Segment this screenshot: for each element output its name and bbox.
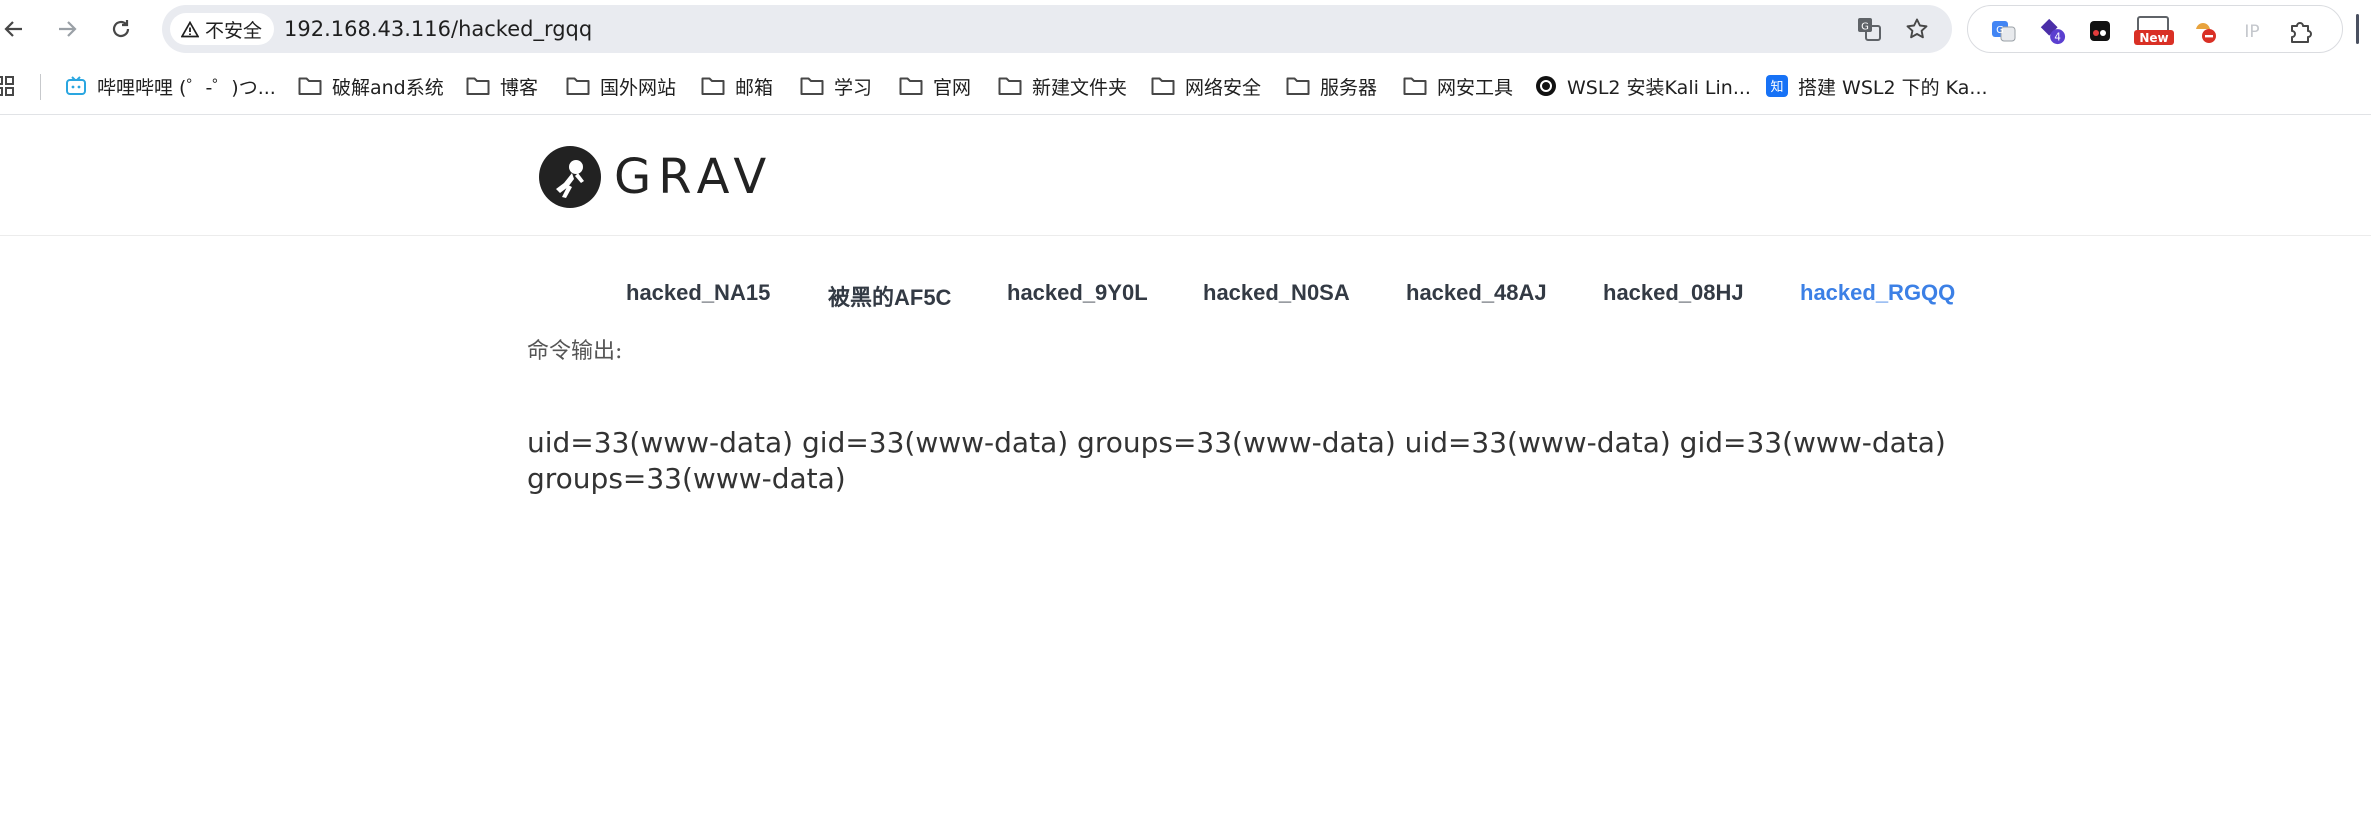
nav-item-hacked-af5c[interactable]: 被黑的AF5C bbox=[828, 280, 951, 312]
reload-icon bbox=[112, 20, 130, 38]
dark-extension-button[interactable] bbox=[2086, 17, 2114, 45]
circle-site-icon bbox=[1536, 76, 1556, 96]
nav-item-hacked-08hj[interactable]: hacked_08HJ bbox=[1603, 280, 1744, 306]
bookmark-label: 新建文件夹 bbox=[1032, 76, 1128, 99]
translate-extension-button[interactable]: G bbox=[1990, 17, 2018, 45]
folder-icon bbox=[1286, 77, 1310, 95]
command-output-text: uid=33(www-data) gid=33(www-data) groups… bbox=[527, 426, 1946, 495]
black-square-extension-icon bbox=[2090, 21, 2110, 41]
nav-item-hacked-rgqq[interactable]: hacked_RGQQ bbox=[1800, 280, 1955, 306]
folder-icon bbox=[566, 77, 590, 95]
new-badge-extension-icon: New bbox=[2134, 16, 2174, 45]
svg-text:知: 知 bbox=[1770, 79, 1783, 95]
bookmark-folder[interactable]: 博客 bbox=[466, 71, 538, 101]
folder-icon bbox=[701, 77, 725, 95]
bookmark-label: 网安工具 bbox=[1437, 76, 1514, 99]
bookmark-zhihu[interactable]: 知 搭建 WSL2 下的 Ka... bbox=[1766, 71, 1988, 101]
apps-button[interactable] bbox=[0, 76, 16, 102]
back-arrow-icon bbox=[4, 21, 22, 37]
bookmark-folder[interactable]: 网络安全 bbox=[1151, 71, 1261, 101]
browser-toolbar: 不安全 192.168.43.116/hacked_rgqq G G 4 New… bbox=[0, 0, 2371, 59]
bookmark-label: 网络安全 bbox=[1185, 76, 1262, 99]
bookmark-wsl2-kali[interactable]: WSL2 安装Kali Lin... bbox=[1535, 71, 1751, 101]
bookmark-folder[interactable]: 网安工具 bbox=[1403, 71, 1513, 101]
nav-item-hacked-na15[interactable]: hacked_NA15 bbox=[626, 280, 770, 306]
site-header: GRAV bbox=[0, 115, 2371, 236]
bookmark-bilibili[interactable]: 哔哩哔哩 (゜-゜)つ... bbox=[65, 71, 276, 101]
folder-icon bbox=[899, 77, 923, 95]
apps-grid-icon bbox=[0, 76, 14, 96]
ip-extension-button[interactable]: IP bbox=[2238, 17, 2266, 45]
bookmark-folder[interactable]: 国外网站 bbox=[566, 71, 676, 101]
bookmark-label: 服务器 bbox=[1320, 76, 1378, 99]
svg-text:G: G bbox=[1861, 22, 1869, 33]
window-edge bbox=[2356, 14, 2359, 44]
bookmark-label: 官网 bbox=[933, 76, 972, 99]
forward-arrow-icon bbox=[59, 21, 77, 37]
extensions-area: G 4 New IP bbox=[1967, 5, 2343, 53]
folder-icon bbox=[998, 77, 1022, 95]
ip-label: IP bbox=[2244, 22, 2259, 42]
translate-icon: G bbox=[1858, 18, 1881, 41]
hackbar-extension-button[interactable]: 4 bbox=[2038, 17, 2066, 45]
nav-item-hacked-48aj[interactable]: hacked_48AJ bbox=[1406, 280, 1547, 306]
bookmark-folder[interactable]: 官网 bbox=[899, 71, 971, 101]
forward-button[interactable] bbox=[49, 11, 85, 47]
new-badge-label: New bbox=[2139, 31, 2168, 45]
folder-icon bbox=[1403, 77, 1427, 95]
bookmark-folder[interactable]: 邮箱 bbox=[701, 71, 773, 101]
bookmark-folder[interactable]: 新建文件夹 bbox=[998, 71, 1127, 101]
folder-icon bbox=[800, 77, 824, 95]
extensions-menu-button[interactable] bbox=[2286, 17, 2314, 45]
ip-extension-icon: IP bbox=[2244, 22, 2259, 42]
folder-icon bbox=[466, 77, 490, 95]
bookmark-folder[interactable]: 服务器 bbox=[1286, 71, 1377, 101]
folder-icon bbox=[1151, 77, 1175, 95]
site-logo[interactable]: GRAV bbox=[538, 145, 773, 209]
warning-icon bbox=[181, 20, 199, 37]
bilibili-icon bbox=[66, 76, 86, 95]
bug-extension-icon bbox=[2196, 23, 2216, 43]
bookmark-label: 哔哩哔哩 (゜-゜)つ... bbox=[97, 76, 276, 99]
bookmark-label: 破解and系统 bbox=[332, 76, 444, 99]
back-button[interactable] bbox=[0, 11, 32, 47]
folder-icon bbox=[298, 77, 322, 95]
zhihu-icon: 知 bbox=[1766, 75, 1788, 97]
bookmarks-bar: 哔哩哔哩 (゜-゜)つ... 破解and系统 博客 国外网站 邮箱 学习 官网 … bbox=[0, 59, 2371, 115]
google-translate-icon: G bbox=[1992, 21, 2016, 42]
blocker-extension-button[interactable] bbox=[2190, 17, 2218, 45]
bookmark-label: 国外网站 bbox=[600, 76, 677, 99]
bookmark-star-button[interactable] bbox=[1904, 16, 1930, 42]
reload-button[interactable] bbox=[103, 11, 139, 47]
extension-badge-count: 4 bbox=[2054, 31, 2061, 43]
bookmark-label: 学习 bbox=[834, 76, 873, 99]
bookmark-label: 搭建 WSL2 下的 Ka... bbox=[1798, 76, 1988, 99]
translate-button[interactable]: G bbox=[1856, 16, 1882, 42]
logo-text: GRAV bbox=[614, 149, 774, 205]
bookmark-folder[interactable]: 学习 bbox=[800, 71, 872, 101]
bookmarks-separator bbox=[40, 74, 41, 100]
security-chip[interactable]: 不安全 bbox=[170, 13, 274, 45]
bookmark-folder[interactable]: 破解and系统 bbox=[298, 71, 444, 101]
nav-item-hacked-9y0l[interactable]: hacked_9Y0L bbox=[1007, 280, 1148, 306]
svg-text:G: G bbox=[1996, 25, 2004, 36]
diamond-extension-icon: 4 bbox=[2040, 18, 2066, 45]
star-icon bbox=[1906, 18, 1928, 39]
bookmark-label: 博客 bbox=[500, 76, 539, 99]
url-text[interactable]: 192.168.43.116/hacked_rgqq bbox=[284, 17, 592, 41]
nav-item-hacked-n0sa[interactable]: hacked_N0SA bbox=[1203, 280, 1350, 306]
address-bar[interactable]: 不安全 192.168.43.116/hacked_rgqq G bbox=[162, 5, 1952, 53]
bookmark-label: WSL2 安装Kali Lin... bbox=[1567, 76, 1751, 99]
puzzle-icon bbox=[2291, 22, 2312, 43]
bookmark-label: 邮箱 bbox=[735, 76, 774, 99]
astronaut-logo-icon bbox=[539, 146, 601, 208]
new-extension-button[interactable]: New bbox=[2132, 16, 2176, 45]
security-label: 不安全 bbox=[205, 19, 263, 42]
command-output-label: 命令输出: bbox=[527, 339, 623, 364]
